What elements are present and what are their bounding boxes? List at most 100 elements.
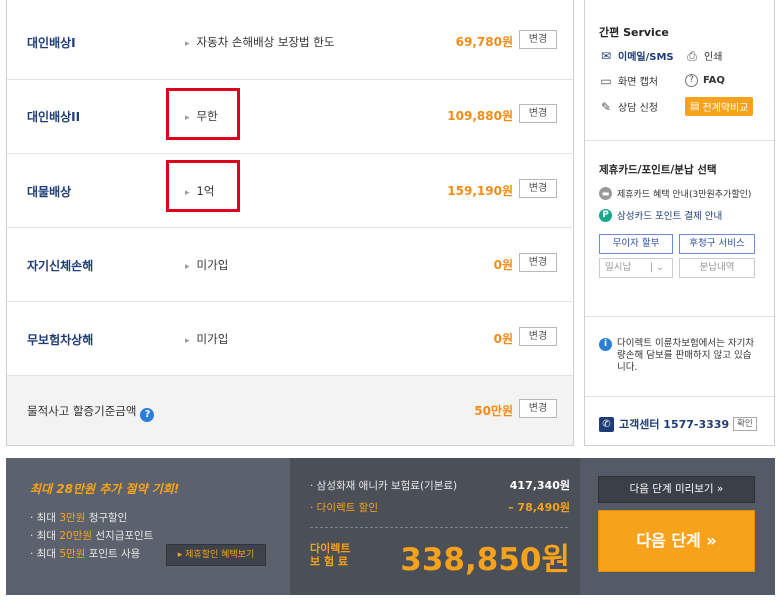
- payment-select[interactable]: 일시납 | ⌄: [599, 258, 673, 278]
- promo-title: 최대 28만원 추가 절약 기회!: [30, 482, 180, 496]
- question-circle-icon: ?: [685, 74, 698, 87]
- installment-row-1: 무이자 할부 후청구 서비스: [599, 234, 774, 254]
- confirm-button[interactable]: 확인: [733, 417, 757, 431]
- promo-line: · 최대 5만원 포인트 사용: [30, 546, 140, 561]
- document-icon: ▤: [690, 101, 700, 112]
- capture-label: 화면 캡처: [618, 77, 658, 88]
- total-label: 다이렉트 보 험 료: [310, 542, 370, 568]
- deductible-price: 50만원: [474, 404, 513, 418]
- total-label-line: 다이렉트: [310, 542, 351, 555]
- arrow-icon: ▸: [185, 336, 190, 346]
- service-row-3: ✎ 상담 신청 ▤ 전계약비교: [599, 97, 774, 116]
- coverage-price: 0원: [493, 332, 513, 346]
- promo-benefit-button[interactable]: ▸ 제휴할인 혜택보기: [166, 544, 266, 566]
- faq-link[interactable]: ? FAQ: [685, 74, 725, 87]
- side-panel: 간편 Service ✉ 이메일/SMS ⎙ 인쇄 ▭ 화면 캡처 ? FAQ ✎ 상담 …: [584, 0, 775, 446]
- promo-suffix: 포인트 사용: [85, 548, 141, 560]
- monitor-icon: ▭: [600, 73, 612, 88]
- info-icon: i: [599, 338, 612, 351]
- coverage-name: 무보험차상해: [27, 333, 94, 347]
- promo-line: · 최대 3만원 청구할인: [30, 510, 127, 525]
- call-center-section: ✆ 고객센터 1577-3339 확인: [585, 416, 774, 432]
- change-button[interactable]: 변경: [519, 253, 557, 272]
- card-icon: ▬: [599, 187, 612, 200]
- card-title: 제휴카드/포인트/분납 선택: [599, 164, 717, 176]
- compare-button[interactable]: ▤ 전계약비교: [685, 97, 754, 116]
- service-title: 간편 Service: [599, 26, 669, 39]
- coverage-row: 무보험차상해 ▸ 미가입 0원 변경: [7, 302, 573, 376]
- coverage-detail: ▸ 미가입: [185, 331, 228, 347]
- coverage-table: 대인배상I ▸ 자동차 손해배상 보장법 한도 69,780원 변경 대인배상II…: [6, 0, 574, 446]
- coverage-name: 대인배상II: [27, 110, 81, 124]
- help-icon[interactable]: ?: [140, 408, 155, 422]
- coverage-name: 대인배상I: [27, 36, 76, 50]
- coverage-price: 0원: [493, 258, 513, 272]
- highlight-box: [166, 88, 240, 140]
- discount-value: – 78,490원: [508, 501, 570, 514]
- capture-link[interactable]: ▭ 화면 캡처: [599, 73, 685, 89]
- divider: [585, 396, 774, 397]
- deductible-label: 물적사고 할증기준금액?: [27, 403, 155, 422]
- consult-label: 상담 신청: [618, 103, 658, 114]
- total-premium: 338,850원: [400, 542, 570, 578]
- change-button[interactable]: 변경: [519, 30, 557, 49]
- coverage-name: 대물배상: [27, 185, 72, 199]
- printer-icon: ⎙: [687, 48, 697, 63]
- promo-highlight: 3만원: [59, 512, 86, 524]
- promo-prefix: · 최대: [30, 530, 60, 542]
- email-link[interactable]: ✉ 이메일/SMS: [599, 48, 685, 64]
- change-button[interactable]: 변경: [519, 104, 557, 123]
- promo-suffix: 청구할인: [85, 512, 128, 524]
- post-claim-button[interactable]: 후청구 서비스: [679, 234, 755, 254]
- base-premium-label: · 삼성화재 애니카 보험료(기본료): [310, 480, 458, 492]
- change-button[interactable]: 변경: [519, 399, 557, 418]
- base-premium-value: 417,340원: [509, 479, 570, 492]
- next-step-preview-button[interactable]: 다음 단계 미리보기 »: [598, 476, 755, 503]
- promo-panel: 최대 28만원 추가 절약 기회! · 최대 3만원 청구할인 · 최대 20만…: [6, 458, 290, 595]
- deductible-label-text: 물적사고 할증기준금액: [27, 404, 137, 418]
- coverage-price: 109,880원: [447, 109, 513, 123]
- pencil-icon: ✎: [600, 99, 612, 114]
- phone-icon: ✆: [599, 416, 614, 432]
- arrow-icon: ▸: [185, 262, 190, 272]
- installment-detail-button[interactable]: 분납내역: [679, 258, 755, 278]
- notice-section: i 다이렉트 이륜차보험에서는 자기차량손해 담보를 판매하지 않고 있습니다.: [585, 338, 774, 374]
- coverage-detail: ▸ 자동차 손해배상 보장법 한도: [185, 34, 334, 50]
- faq-label: FAQ: [703, 75, 725, 86]
- promo-line: · 최대 20만원 선지급포인트: [30, 528, 153, 543]
- service-section: 간편 Service ✉ 이메일/SMS ⎙ 인쇄 ▭ 화면 캡처 ? FAQ ✎ 상담 …: [585, 24, 774, 116]
- print-label: 인쇄: [704, 52, 723, 63]
- print-link[interactable]: ⎙ 인쇄: [685, 48, 723, 64]
- samsung-point-label: 삼성카드 포인트 결제 안내: [617, 211, 723, 222]
- divider: [585, 316, 774, 317]
- no-interest-button[interactable]: 무이자 할부: [599, 234, 673, 254]
- call-center-text: 고객센터 1577-3339: [619, 418, 730, 431]
- change-button[interactable]: 변경: [519, 179, 557, 198]
- deductible-row: 물적사고 할증기준금액? 50만원 변경: [7, 376, 573, 445]
- promo-suffix: 선지급포인트: [92, 530, 154, 542]
- compare-label: 전계약비교: [702, 103, 749, 114]
- chevron-down-icon: | ⌄: [649, 262, 664, 273]
- card-info-link[interactable]: ▬ 제휴카드 혜택 안내(3만원추가할인): [599, 187, 774, 200]
- divider: [310, 527, 568, 528]
- total-label-line: 보 험 료: [310, 555, 349, 568]
- premium-panel: · 삼성화재 애니카 보험료(기본료) 417,340원 · 다이렉트 할인 –…: [290, 458, 580, 595]
- discount-label: · 다이렉트 할인: [310, 502, 378, 514]
- consult-link[interactable]: ✎ 상담 신청: [599, 99, 685, 115]
- arrow-icon: ▸: [185, 39, 190, 49]
- coverage-name: 자기신체손해: [27, 259, 94, 273]
- card-info-label: 제휴카드 혜택 안내(3만원추가할인): [617, 190, 752, 200]
- coverage-row: 자기신체손해 ▸ 미가입 0원 변경: [7, 228, 573, 302]
- divider: [585, 140, 774, 141]
- coverage-detail-text: 미가입: [196, 332, 229, 346]
- coverage-detail: ▸ 미가입: [185, 257, 228, 273]
- coverage-price: 159,190원: [447, 184, 513, 198]
- promo-prefix: · 최대: [30, 512, 60, 524]
- service-row-1: ✉ 이메일/SMS ⎙ 인쇄: [599, 48, 774, 64]
- email-label: 이메일/SMS: [618, 52, 674, 63]
- samsung-point-link[interactable]: P 삼성카드 포인트 결제 안내: [599, 208, 774, 222]
- card-section: 제휴카드/포인트/분납 선택 ▬ 제휴카드 혜택 안내(3만원추가할인) P 삼성카…: [585, 162, 774, 278]
- next-step-button[interactable]: 다음 단계 »: [598, 510, 755, 572]
- change-button[interactable]: 변경: [519, 327, 557, 346]
- coverage-row: 대인배상I ▸ 자동차 손해배상 보장법 한도 69,780원 변경: [7, 0, 573, 80]
